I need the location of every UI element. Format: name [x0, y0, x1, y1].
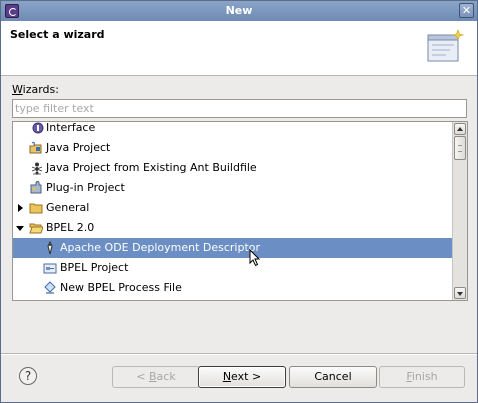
title-bar[interactable]: New ✕ [1, 1, 477, 21]
wizards-label-mnemonic: W [12, 83, 23, 96]
new-wizard-dialog: New ✕ Select a wizard Wizards: Interface [0, 0, 478, 403]
scroll-thumb[interactable] [454, 136, 466, 160]
scroll-up-button[interactable] [454, 123, 466, 135]
tree-item-bpel-20[interactable]: BPEL 2.0 [13, 218, 453, 238]
tree-item-label: New BPEL Process File [60, 281, 182, 294]
next-button-label: ext > [231, 370, 262, 383]
mouse-cursor-icon [249, 249, 261, 267]
back-button-label: ack [156, 370, 176, 383]
wizard-banner: Select a wizard [1, 21, 477, 76]
tree-item-label: BPEL 2.0 [46, 221, 95, 234]
close-icon: ✕ [461, 4, 472, 17]
wizards-label: Wizards: [12, 83, 59, 96]
tree-item-interface[interactable]: Interface [13, 121, 453, 138]
next-button[interactable]: Next > [198, 366, 286, 388]
next-button-mnemonic: N [222, 370, 232, 383]
interface-icon [32, 122, 44, 134]
tree-vertical-scrollbar[interactable] [452, 122, 467, 300]
scroll-down-button[interactable] [454, 287, 466, 299]
folder-open-icon [29, 223, 43, 234]
tree-item-label: Apache ODE Deployment Descriptor [60, 241, 261, 254]
banner-title: Select a wizard [10, 28, 105, 41]
tree-item-label: Interface [46, 121, 96, 134]
ant-icon [31, 162, 43, 175]
bpel-process-icon [44, 281, 56, 294]
tree-item-label: Plug-in Project [46, 181, 125, 194]
plugin-icon [30, 181, 42, 194]
wizard-tree[interactable]: Interface Java Project Java Project from… [12, 121, 468, 301]
finish-button[interactable]: Finish [379, 366, 465, 388]
back-button[interactable]: < Back [112, 366, 200, 388]
tree-item-label: Java Project [46, 141, 111, 154]
tree-item-bpel-project[interactable]: BPEL Project [13, 258, 453, 278]
finish-button-label: inish [411, 370, 438, 383]
cancel-button-label: Cancel [314, 370, 352, 383]
close-button[interactable]: ✕ [459, 3, 474, 18]
bpel-project-icon [43, 263, 57, 274]
wizards-label-text: izards: [22, 83, 59, 96]
help-button[interactable]: ? [19, 367, 37, 385]
tree-item-java-project[interactable]: Java Project [13, 138, 453, 158]
tree-item-ant-project[interactable]: Java Project from Existing Ant Buildfile [13, 158, 453, 178]
back-button-mnemonic: B [149, 370, 157, 383]
tree-item-general[interactable]: General [13, 198, 453, 218]
tree-item-ode-deployment-descriptor[interactable]: Apache ODE Deployment Descriptor [13, 238, 453, 258]
button-bar-separator [1, 353, 477, 355]
window-title: New [225, 4, 253, 17]
back-button-prefix: < [136, 370, 149, 383]
cancel-button[interactable]: Cancel [289, 366, 377, 388]
tree-item-bpel-process-file[interactable]: New BPEL Process File [13, 278, 453, 298]
collapse-arrow-icon[interactable] [16, 226, 24, 231]
filter-input[interactable] [12, 99, 467, 118]
deploy-descriptor-icon [47, 241, 53, 255]
tree-item-label: Java Project from Existing Ant Buildfile [46, 161, 257, 174]
tree-item-plugin-project[interactable]: Plug-in Project [13, 178, 453, 198]
expand-arrow-icon[interactable] [18, 204, 23, 212]
help-icon: ? [24, 369, 32, 383]
folder-icon [29, 203, 43, 214]
tree-item-label: BPEL Project [60, 261, 129, 274]
tree-item-label: General [46, 201, 90, 214]
new-wizard-banner-icon [427, 29, 464, 62]
java-project-icon [29, 141, 42, 154]
